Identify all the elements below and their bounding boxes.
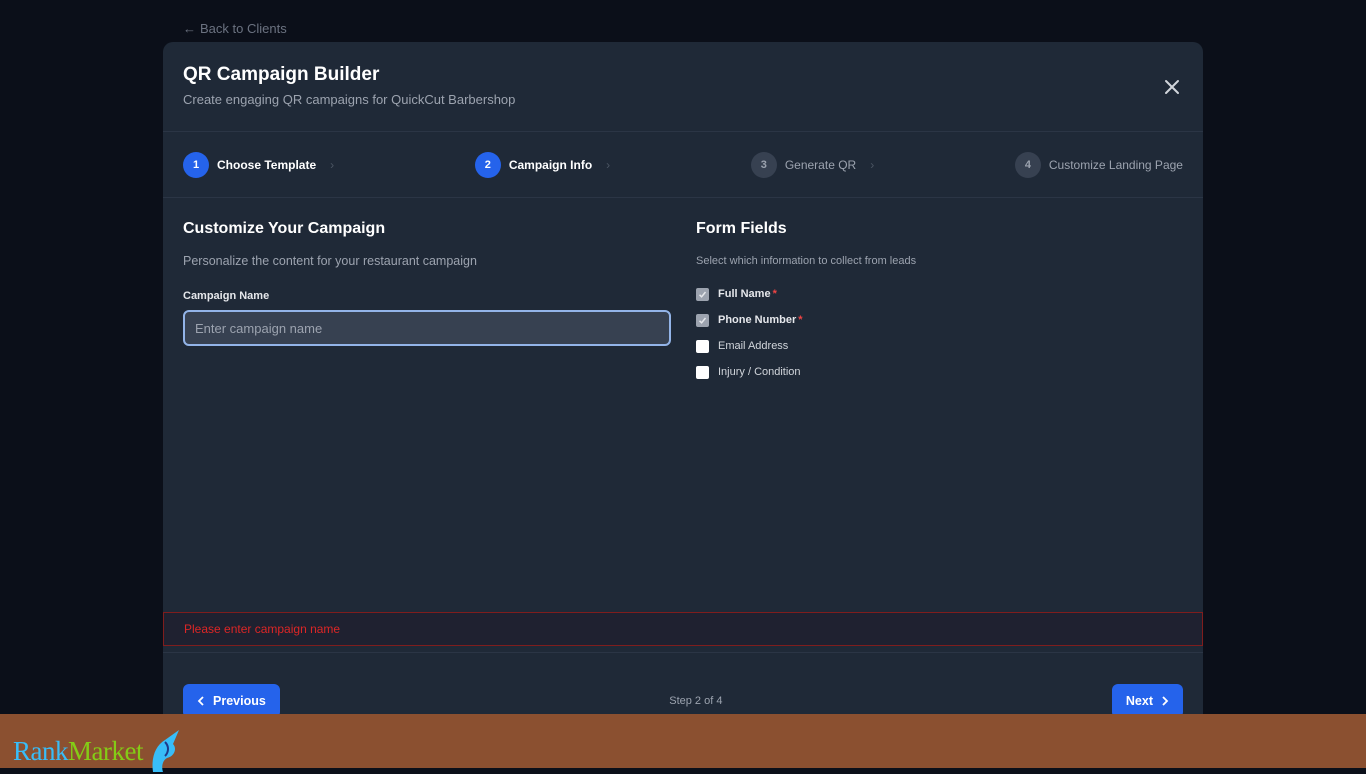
check-icon (698, 291, 707, 298)
campaign-builder-modal: QR Campaign Builder Create engaging QR c… (163, 42, 1203, 726)
step-label: Choose Template (217, 157, 317, 172)
step-generate-qr[interactable]: 3 Generate QR › (750, 151, 875, 178)
step-campaign-info[interactable]: 2 Campaign Info › (474, 151, 611, 178)
check-icon (698, 317, 707, 324)
chevron-left-icon (197, 695, 204, 706)
form-fields-section: Form Fields Select which information to … (696, 220, 1183, 612)
modal-subtitle: Create engaging QR campaigns for QuickCu… (183, 92, 516, 107)
back-to-clients-link[interactable]: ← Back to Clients (183, 21, 287, 36)
step-number: 1 (183, 151, 209, 178)
required-marker: * (772, 288, 777, 300)
checkbox[interactable] (696, 313, 709, 327)
modal-content: Customize Your Campaign Personalize the … (163, 198, 1203, 612)
brand-part-market: Market (68, 735, 143, 766)
stepper: 1 Choose Template › 2 Campaign Info › 3 … (163, 132, 1203, 198)
next-label: Next (1125, 693, 1153, 708)
step-number: 3 (750, 151, 777, 178)
campaign-name-label: Campaign Name (183, 290, 270, 302)
next-button[interactable]: Next (1111, 683, 1183, 718)
step-customize-landing-page[interactable]: 4 Customize Landing Page (1014, 151, 1183, 178)
chevron-right-icon (1162, 695, 1169, 706)
unicorn-icon (152, 730, 179, 772)
section-title: Form Fields (696, 220, 787, 237)
field-option-phone-number[interactable]: Phone Number * (696, 307, 1183, 333)
chevron-right-icon: › (870, 157, 875, 172)
checkbox[interactable] (696, 365, 709, 379)
arrow-left-icon: ← (183, 21, 196, 36)
previous-label: Previous (213, 693, 266, 708)
checkbox[interactable] (696, 339, 709, 353)
step-label: Campaign Info (508, 157, 593, 172)
section-description: Select which information to collect from… (696, 255, 917, 267)
field-option-email-address[interactable]: Email Address (696, 333, 1183, 359)
step-label: Customize Landing Page (1048, 157, 1183, 172)
brand-footer-band: Rank Market (0, 714, 1366, 772)
section-description: Personalize the content for your restaur… (183, 254, 477, 268)
brand-part-rank: Rank (13, 735, 69, 766)
modal-title: QR Campaign Builder (183, 64, 380, 85)
previous-button[interactable]: Previous (183, 683, 280, 718)
close-button[interactable] (1163, 78, 1181, 96)
chevron-right-icon: › (330, 157, 335, 172)
modal-header: QR Campaign Builder Create engaging QR c… (163, 42, 1203, 132)
error-message: Please enter campaign name (163, 612, 1203, 646)
chevron-right-icon: › (606, 157, 611, 172)
campaign-details-section: Customize Your Campaign Personalize the … (183, 220, 671, 612)
field-option-label: Injury / Condition (718, 366, 801, 378)
checkbox[interactable] (696, 287, 709, 301)
field-option-injury-condition[interactable]: Injury / Condition (696, 359, 1183, 385)
step-label: Generate QR (784, 157, 857, 172)
section-title: Customize Your Campaign (183, 220, 386, 237)
field-option-full-name[interactable]: Full Name * (696, 281, 1183, 307)
close-icon (1165, 80, 1179, 94)
form-fields-list: Full Name* Phone Number* Email Address (696, 281, 1183, 385)
campaign-name-input[interactable] (183, 310, 671, 346)
step-counter: Step 2 of 4 (669, 694, 723, 707)
field-option-label: Phone Number * (718, 314, 803, 326)
required-marker: * (798, 314, 803, 326)
step-number: 4 (1014, 151, 1041, 178)
field-option-label: Full Name * (718, 288, 777, 300)
step-choose-template[interactable]: 1 Choose Template › (183, 151, 335, 178)
step-number: 2 (474, 151, 501, 178)
field-option-label: Email Address (718, 340, 789, 352)
rankmarket-logo: Rank Market (13, 728, 185, 774)
back-link-label: Back to Clients (200, 21, 287, 36)
